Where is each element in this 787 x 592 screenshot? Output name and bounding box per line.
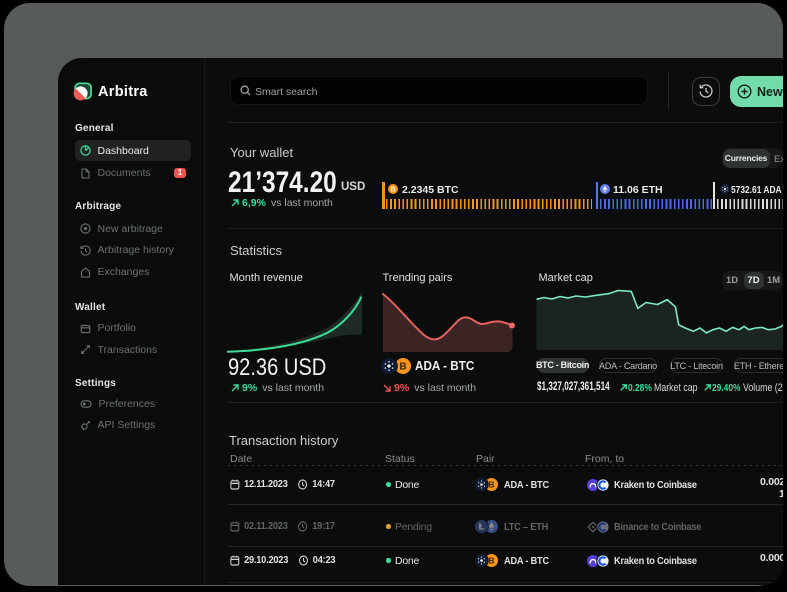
svg-text:B: B: [390, 186, 395, 193]
svg-text:B: B: [488, 479, 494, 489]
svg-text:B: B: [488, 555, 494, 565]
svg-text:Ł: Ł: [479, 522, 485, 532]
svg-text:B: B: [399, 361, 406, 372]
